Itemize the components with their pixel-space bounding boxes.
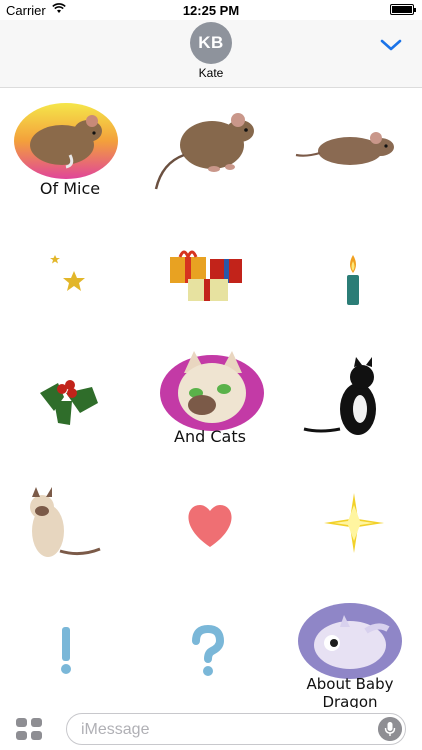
candle-image (347, 255, 359, 305)
holly-sticker[interactable] (0, 341, 140, 465)
conversation-header: KB Kate (0, 20, 422, 88)
stars-sticker[interactable] (0, 217, 140, 341)
battery-icon (390, 4, 416, 15)
gifts-image (170, 250, 242, 301)
tuxedo-cat-image (303, 357, 376, 435)
mouse-badge-sticker[interactable]: Of Mice (0, 93, 140, 217)
sticker-caption: Of Mice (39, 179, 101, 198)
avatar[interactable]: KB (190, 22, 232, 64)
sticker-caption: About Baby Dragon (306, 675, 394, 711)
holly-image (40, 380, 98, 425)
cat-badge-image (160, 351, 264, 431)
clock: 12:25 PM (182, 3, 240, 18)
sparkle-sticker[interactable] (280, 465, 420, 589)
question-image (192, 624, 225, 676)
mouse-standing-sticker[interactable] (140, 93, 280, 217)
siamese-cat-sticker[interactable] (0, 465, 140, 589)
chevron-down-icon[interactable] (380, 38, 402, 52)
app-drawer-icon[interactable] (16, 718, 42, 740)
sparkle-image (324, 493, 384, 553)
mouse-running-sticker[interactable] (280, 93, 420, 217)
siamese-cat-image (30, 487, 101, 557)
stars-image (50, 255, 85, 291)
contact-name[interactable]: Kate (0, 66, 422, 80)
heart-sticker[interactable] (140, 465, 280, 589)
status-bar: Carrier 12:25 PM (0, 0, 422, 20)
gifts-sticker[interactable] (140, 217, 280, 341)
sticker-caption: And Cats (174, 427, 246, 446)
microphone-icon[interactable] (378, 717, 402, 741)
heart-image (188, 505, 232, 547)
exclamation-image (61, 627, 71, 674)
mouse-badge-image (14, 103, 118, 179)
dragon-badge-sticker[interactable]: About Baby Dragon (280, 589, 420, 713)
question-sticker[interactable] (140, 589, 280, 713)
candle-sticker[interactable] (280, 217, 420, 341)
tuxedo-cat-sticker[interactable] (280, 341, 420, 465)
mouse-running-image (295, 132, 394, 165)
exclamation-sticker[interactable] (0, 589, 140, 713)
cat-badge-sticker[interactable]: And Cats (140, 341, 280, 465)
imessage-input[interactable]: iMessage (66, 713, 406, 745)
mouse-standing-image (154, 113, 254, 190)
imessage-placeholder: iMessage (81, 721, 150, 738)
sticker-grid: Of Mice And Cats About Baby Dragon (0, 89, 422, 711)
compose-bar: iMessage (0, 708, 422, 750)
